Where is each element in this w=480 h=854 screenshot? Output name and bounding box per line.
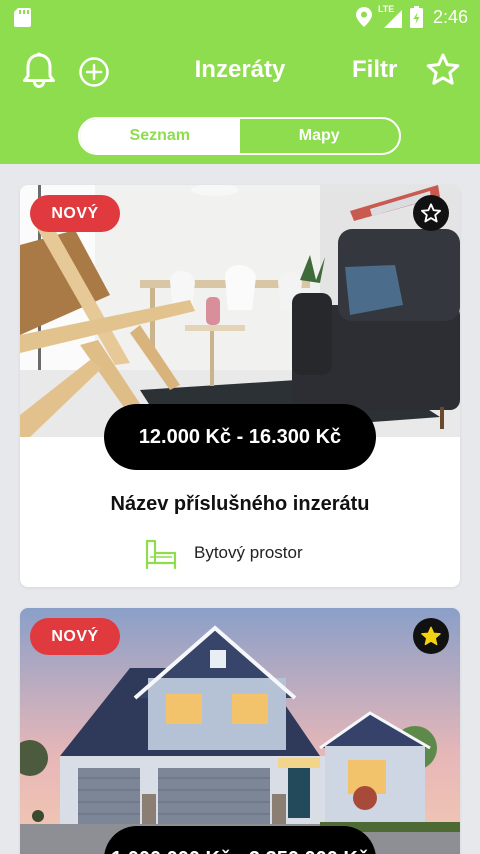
sd-card-icon bbox=[14, 8, 31, 27]
view-toggle: Seznam Mapy bbox=[78, 117, 401, 155]
signal-icon: LTE bbox=[378, 4, 404, 28]
price-range: 12.000 Kč - 16.300 Kč bbox=[104, 404, 376, 470]
app-bar: Inzeráty Filtr Seznam Mapy bbox=[0, 34, 480, 164]
listing-card[interactable]: NOVÝ 1.000.000 Kč - 2.350.000 Kč bbox=[20, 608, 460, 854]
favorite-button[interactable] bbox=[413, 195, 449, 231]
status-bar: LTE 2:46 bbox=[0, 0, 480, 34]
star-outline-icon bbox=[421, 203, 441, 223]
page-title: Inzeráty bbox=[194, 56, 286, 83]
star-outline-icon[interactable] bbox=[425, 52, 461, 88]
location-icon bbox=[355, 7, 372, 27]
new-badge: NOVÝ bbox=[30, 618, 120, 655]
price-range: 1.000.000 Kč - 2.350.000 Kč bbox=[104, 826, 376, 854]
tab-list[interactable]: Seznam bbox=[80, 119, 240, 153]
filter-button[interactable]: Filtr bbox=[352, 56, 397, 84]
new-badge: NOVÝ bbox=[30, 195, 120, 232]
star-filled-icon bbox=[421, 626, 441, 646]
add-circle-icon[interactable] bbox=[78, 56, 110, 88]
listing-card[interactable]: NOVÝ 12.000 Kč - 16.300 Kč Název přísluš… bbox=[20, 185, 460, 587]
listing-title: Název příslušného inzerátu bbox=[110, 493, 370, 515]
battery-icon bbox=[409, 6, 423, 28]
tab-map[interactable]: Mapy bbox=[240, 119, 400, 153]
bell-icon[interactable] bbox=[22, 52, 56, 88]
property-type-label: Bytový prostor bbox=[194, 543, 303, 562]
favorite-button[interactable] bbox=[413, 618, 449, 654]
clock: 2:46 bbox=[432, 6, 468, 27]
sofa-icon bbox=[145, 539, 177, 569]
property-type: Bytový prostor bbox=[144, 535, 303, 571]
